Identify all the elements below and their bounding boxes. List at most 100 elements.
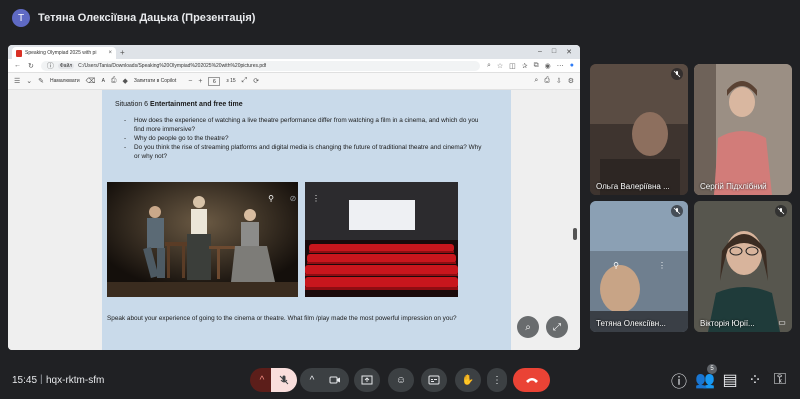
more-vert-icon: ⋮ [492, 374, 502, 386]
participant-tile[interactable]: ⚲ ⋮ Тетяна Олексіївн... [590, 201, 688, 332]
leave-call-button[interactable] [513, 368, 550, 392]
copilot-icon[interactable]: ● [570, 62, 574, 70]
situation-title: Entertainment and free time [150, 101, 243, 108]
url-text: C:/Users/Tania/Downloads/Speaking%20Olym… [78, 62, 267, 69]
back-icon[interactable]: ← [14, 62, 21, 69]
contents-icon[interactable]: ☰ [14, 77, 20, 85]
pdf-scrollbar[interactable] [573, 135, 577, 350]
chat-button[interactable]: ▤ [722, 372, 738, 389]
captions-icon [428, 375, 440, 385]
minus-icon[interactable]: − [188, 78, 192, 85]
more-options-button[interactable]: ⋮ [487, 368, 507, 392]
info-icon: ⓘ [46, 62, 54, 70]
participant-name: Сергій Підхлібний [700, 182, 767, 191]
reload-icon[interactable]: ↻ [28, 62, 34, 70]
shared-screen-browser: Speaking Olympiad 2025 with pi × + – □ ✕… [8, 45, 580, 350]
highlight-icon[interactable]: ⌄ [26, 77, 32, 85]
info-icon: ⓘ [671, 374, 688, 391]
more-menu-icon[interactable]: ⋯ [557, 62, 564, 70]
plus-icon[interactable]: + [198, 78, 202, 85]
participant-tile[interactable]: Вікторія Юрії... ▭ [694, 201, 792, 332]
fullscreen-button[interactable]: ⤢ [546, 316, 568, 338]
separator: | [40, 374, 43, 385]
zoom-in-button[interactable]: ⌕ [517, 316, 539, 338]
print-icon[interactable]: ⎙ [544, 77, 550, 85]
maximize-icon[interactable]: □ [552, 48, 556, 56]
participant-tile[interactable]: Сергій Підхлібний [694, 64, 792, 195]
eraser-icon[interactable]: ⌫ [86, 77, 96, 85]
hand-icon: ✋ [461, 374, 475, 386]
settings-icon[interactable]: ⚙ [568, 77, 574, 85]
captions-button[interactable] [421, 368, 447, 392]
situation-number: Situation 6 [115, 101, 149, 108]
presenter-avatar: T [12, 9, 30, 27]
participant-name: Ольга Валеріївна ... [596, 182, 670, 191]
meet-window: T Тетяна Олексіївна Дацька (Презентація)… [0, 0, 800, 399]
reactions-button[interactable]: ☺ [388, 368, 414, 392]
participant-name: Тетяна Олексіївн... [596, 319, 666, 328]
meeting-info-button[interactable]: ⓘ [671, 372, 687, 391]
favorites-icon[interactable]: ✰ [522, 62, 528, 70]
more-options-overlay-icon[interactable]: ⋮ [310, 192, 322, 204]
ask-copilot-button[interactable]: Запитати в Copilot [134, 78, 176, 84]
url-field[interactable]: ⓘ Файл C:/Users/Tania/Downloads/Speaking… [40, 60, 480, 71]
draw-button-label[interactable]: Намалювати [50, 78, 80, 84]
meeting-code: hqx-rktm-sfm [46, 375, 105, 386]
tab-strip: Speaking Olympiad 2025 with pi × + – □ ✕ [8, 45, 580, 59]
speak-prompt: Speak about your experience of going to … [107, 315, 457, 322]
close-window-icon[interactable]: ✕ [566, 48, 572, 56]
pdf-viewport: Situation 6 Entertainment and free time … [8, 90, 580, 350]
call-controls-bar: 15:45 | hqx-rktm-sfm ^ ^ ☺ ✋ ⋮ ⓘ 👥 5 ▤ ⁘… [0, 362, 800, 399]
zoom-icon[interactable]: ⌕ [487, 62, 491, 70]
hang-up-icon [525, 378, 538, 383]
fit-page-icon[interactable]: ⤢ [242, 77, 248, 85]
text-tool-button[interactable]: A [102, 78, 105, 84]
search-pdf-icon[interactable]: ⌕ [534, 77, 538, 85]
participant-name: Вікторія Юрії... [700, 319, 755, 328]
save-icon[interactable]: ⇩ [556, 77, 562, 85]
cinema-hall-photo: ⋮ [305, 182, 458, 297]
presenter-title: Тетяна Олексіївна Дацька (Презентація) [38, 12, 256, 24]
new-tab-button[interactable]: + [120, 48, 125, 57]
pdf-page: Situation 6 Entertainment and free time … [102, 90, 511, 350]
pin-icon[interactable]: ⚲ [610, 259, 622, 271]
camera-toggle-button[interactable] [321, 368, 349, 392]
pin-overlay-icon[interactable]: ⚲ [265, 192, 277, 204]
address-bar: ← ↻ ⓘ Файл C:/Users/Tania/Downloads/Spea… [8, 59, 580, 73]
microphone-toggle-button[interactable] [271, 368, 297, 392]
split-screen-icon[interactable]: ◫ [509, 62, 516, 70]
close-tab-icon[interactable]: × [108, 50, 112, 56]
mic-off-icon [775, 205, 787, 217]
mic-off-icon [671, 68, 683, 80]
screen-share-icon: ▭ [778, 317, 786, 327]
pdf-toolbar: ☰ ⌄ ✎ Намалювати ⌫ A ⎙ ◆ Запитати в Copi… [8, 73, 580, 90]
scroll-thumb[interactable] [573, 228, 577, 240]
raise-hand-button[interactable]: ✋ [455, 368, 481, 392]
url-scheme-chip: Файл [57, 62, 75, 69]
draw-icon[interactable]: ✎ [38, 77, 44, 85]
favorite-star-icon[interactable]: ☆ [497, 62, 503, 70]
mic-off-icon [671, 205, 683, 217]
host-controls-button[interactable]: ⚿ [772, 371, 788, 388]
list-item: Do you think the rise of streaming platf… [124, 143, 484, 161]
camera-icon [329, 376, 340, 384]
browser-tab[interactable]: Speaking Olympiad 2025 with pi × [12, 47, 116, 59]
profile-icon[interactable]: ◉ [545, 62, 551, 70]
people-button[interactable]: 👥 [695, 372, 715, 389]
copilot-small-icon[interactable]: ◆ [123, 77, 128, 85]
activities-button[interactable]: ⁘ [747, 372, 763, 389]
minimize-icon[interactable]: – [538, 48, 542, 56]
list-item: Why do people go to the theatre? [124, 134, 484, 143]
participant-tile[interactable]: Ольга Валеріївна ... [590, 64, 688, 195]
theatre-stage-photo: ⚲ ⊘ [107, 182, 298, 297]
presenter-header: T Тетяна Олексіївна Дацька (Презентація) [6, 6, 255, 30]
situation-heading: Situation 6 Entertainment and free time [115, 101, 243, 108]
lock-person-icon: ⚿ [773, 371, 787, 388]
more-options-icon[interactable]: ⋮ [656, 259, 668, 271]
page-number-input[interactable]: 6 [208, 76, 221, 86]
present-screen-button[interactable] [354, 368, 380, 392]
read-aloud-icon[interactable]: ⎙ [111, 77, 117, 85]
rotate-icon[interactable]: ⟳ [253, 77, 259, 85]
collections-icon[interactable]: ⧉ [534, 62, 539, 70]
clock: 15:45 [12, 375, 38, 386]
